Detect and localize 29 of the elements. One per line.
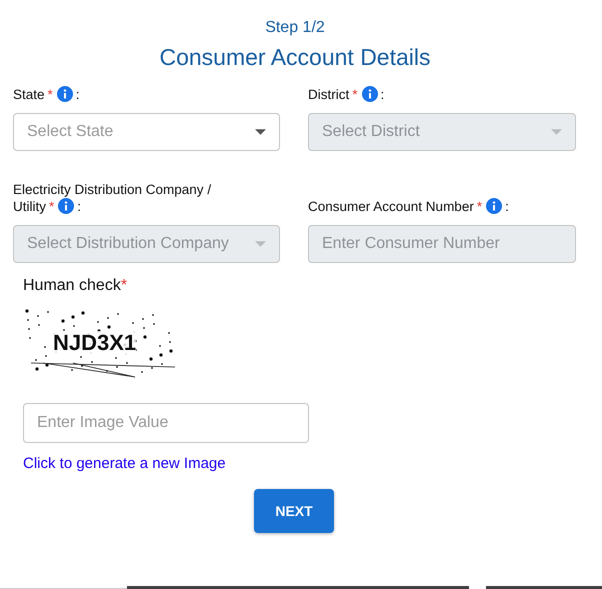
- label-colon: :: [380, 87, 384, 102]
- required-asterisk: *: [476, 199, 482, 214]
- new-image-link[interactable]: Click to generate a new Image: [23, 455, 226, 472]
- caret-icon: [551, 129, 562, 135]
- field-label: Consumer Account Number: [308, 199, 474, 214]
- field-label: Electricity Distribution Company /: [13, 181, 212, 198]
- label-colon: :: [76, 87, 80, 102]
- field-label: State: [13, 87, 45, 102]
- step-indicator: Step 1/2: [264, 18, 326, 38]
- required-asterisk: *: [49, 199, 54, 214]
- page-title: Consumer Account Details: [158, 43, 432, 72]
- captcha-code: NJD3X1: [53, 331, 136, 355]
- select-dropdown[interactable]: Select State: [13, 113, 280, 151]
- field-label: District: [308, 87, 350, 102]
- required-asterisk: *: [120, 277, 128, 294]
- required-asterisk: *: [352, 87, 358, 102]
- label-colon: :: [505, 199, 509, 214]
- info-icon[interactable]: [362, 86, 378, 102]
- field-label: Utility: [13, 199, 46, 214]
- info-icon[interactable]: [58, 198, 74, 214]
- captcha-label: Human check: [23, 277, 121, 294]
- caret-icon: [255, 241, 266, 247]
- info-icon[interactable]: [486, 198, 502, 214]
- input-field[interactable]: Enter Image Value: [23, 403, 309, 443]
- label-colon: :: [77, 199, 82, 214]
- caret-icon: [255, 129, 266, 135]
- required-asterisk: *: [48, 87, 53, 102]
- next-button[interactable]: NEXT: [254, 489, 334, 533]
- info-icon[interactable]: [56, 86, 73, 102]
